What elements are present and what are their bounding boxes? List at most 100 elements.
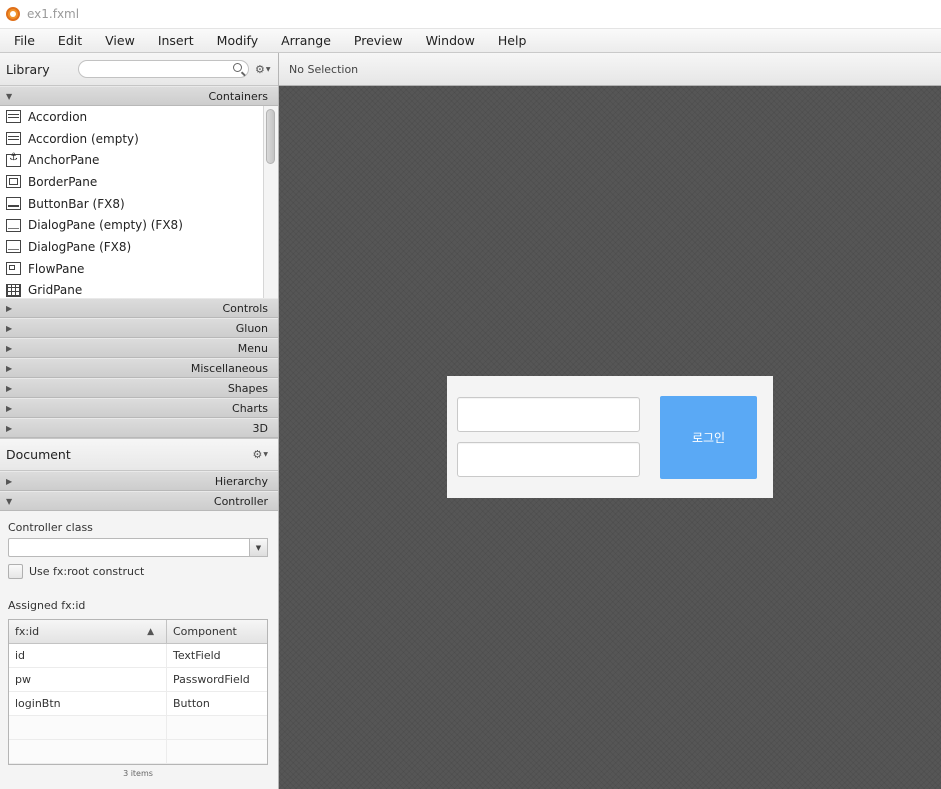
cell-component: PasswordField (173, 673, 250, 686)
expanded-triangle-icon: ▼ (6, 91, 13, 101)
menu-view[interactable]: View (95, 33, 145, 48)
assigned-fxid-label: Assigned fx:id (8, 599, 86, 612)
dialogpane-icon (6, 240, 21, 254)
cell-fxid: pw (9, 668, 167, 691)
library-item-accordion-empty[interactable]: Accordion (empty) (0, 128, 278, 150)
library-search-input[interactable] (78, 60, 249, 78)
anchorpane-icon (6, 152, 21, 167)
section-containers[interactable]: ▼ Containers (0, 86, 278, 106)
column-label: Component (173, 625, 237, 638)
section-label: 3D (252, 421, 268, 435)
section-3d[interactable]: ▶ 3D (0, 418, 278, 438)
login-button[interactable]: 로그인 (660, 396, 757, 479)
library-item-accordion[interactable]: Accordion (0, 106, 278, 128)
fxroot-row: Use fx:root construct (8, 564, 268, 579)
library-item-label: Accordion (empty) (28, 131, 139, 146)
chevron-down-icon[interactable]: ▼ (250, 538, 268, 557)
library-item-label: DialogPane (FX8) (28, 239, 132, 254)
section-label: Hierarchy (214, 474, 268, 488)
accordion-icon (6, 110, 21, 124)
library-scroll-thumb[interactable] (266, 109, 275, 164)
library-item-gridpane[interactable]: GridPane (0, 280, 278, 299)
menu-edit[interactable]: Edit (48, 33, 92, 48)
library-item-anchorpane[interactable]: AnchorPane (0, 149, 278, 171)
collapsed-triangle-icon: ▶ (6, 423, 13, 433)
section-miscellaneous[interactable]: ▶ Miscellaneous (0, 358, 278, 378)
menu-modify[interactable]: Modify (207, 33, 268, 48)
section-label: Containers (208, 89, 269, 103)
column-label: fx:id (15, 625, 40, 638)
table-row[interactable]: loginBtn Button (9, 692, 267, 716)
library-item-dialogpane[interactable]: DialogPane (FX8) (0, 236, 278, 258)
cell-empty (9, 740, 167, 763)
document-header: Document ⚙ ▼ (0, 438, 278, 471)
flowpane-icon (6, 262, 21, 276)
fxroot-checkbox[interactable] (8, 564, 23, 579)
search-icon (233, 63, 242, 72)
sort-ascending-icon: ▲ (147, 626, 154, 637)
menu-arrange[interactable]: Arrange (271, 33, 341, 48)
section-label: Miscellaneous (190, 361, 268, 375)
menu-preview[interactable]: Preview (344, 33, 413, 48)
column-header-fxid[interactable]: fx:id ▲ (9, 620, 167, 643)
library-item-flowpane[interactable]: FlowPane (0, 258, 278, 280)
section-shapes[interactable]: ▶ Shapes (0, 378, 278, 398)
table-row-empty (9, 740, 267, 764)
table-row[interactable]: pw PasswordField (9, 668, 267, 692)
library-gear-icon[interactable]: ⚙ ▼ (255, 63, 271, 76)
id-text-field[interactable] (457, 397, 640, 432)
library-scrollbar[interactable] (263, 106, 278, 298)
selection-bar: No Selection (279, 53, 941, 86)
section-label: Menu (237, 341, 268, 355)
selection-status: No Selection (289, 62, 359, 76)
library-item-label: BorderPane (28, 174, 98, 189)
gridpane-icon (6, 283, 21, 297)
login-form-pane[interactable]: 로그인 (447, 376, 773, 498)
cell-empty (167, 740, 173, 763)
section-label: Gluon (235, 321, 268, 335)
pw-password-field[interactable] (457, 442, 640, 477)
collapsed-triangle-icon: ▶ (6, 303, 13, 313)
menu-insert[interactable]: Insert (148, 33, 204, 48)
menu-bar: File Edit View Insert Modify Arrange Pre… (0, 28, 941, 53)
table-row-empty (9, 716, 267, 740)
scene-builder-logo-icon (6, 7, 20, 21)
column-header-component[interactable]: Component (167, 620, 237, 643)
title-bar: ex1.fxml (0, 0, 941, 28)
section-controller[interactable]: ▼ Controller (0, 491, 278, 511)
collapsed-triangle-icon: ▶ (6, 403, 13, 413)
library-item-borderpane[interactable]: BorderPane (0, 171, 278, 193)
document-gear-icon[interactable]: ⚙ ▼ (253, 448, 269, 461)
controller-class-combo[interactable]: ▼ (8, 538, 268, 557)
fxid-table: fx:id ▲ Component id TextField pw Passwo… (8, 619, 268, 765)
section-menu[interactable]: ▶ Menu (0, 338, 278, 358)
controller-pane: Controller class ▼ Use fx:root construct… (0, 511, 278, 778)
section-label: Charts (232, 401, 268, 415)
library-item-dialogpane-empty[interactable]: DialogPane (empty) (FX8) (0, 214, 278, 236)
menu-window[interactable]: Window (416, 33, 485, 48)
controller-class-label: Controller class (8, 521, 93, 534)
items-count: 3 items (123, 769, 153, 778)
cell-empty (167, 716, 173, 739)
section-controls[interactable]: ▶ Controls (0, 298, 278, 318)
fxroot-label: Use fx:root construct (29, 565, 145, 578)
library-item-label: FlowPane (28, 261, 85, 276)
section-hierarchy[interactable]: ▶ Hierarchy (0, 471, 278, 491)
dialogpane-icon (6, 218, 21, 232)
collapsed-triangle-icon: ▶ (6, 383, 13, 393)
collapsed-triangle-icon: ▶ (6, 323, 13, 333)
menu-file[interactable]: File (4, 33, 45, 48)
cell-fxid: loginBtn (9, 692, 167, 715)
table-row[interactable]: id TextField (9, 644, 267, 668)
section-charts[interactable]: ▶ Charts (0, 398, 278, 418)
section-gluon[interactable]: ▶ Gluon (0, 318, 278, 338)
library-title: Library (6, 61, 50, 77)
library-item-buttonbar[interactable]: ButtonBar (FX8) (0, 193, 278, 215)
controller-class-input[interactable] (8, 538, 250, 557)
menu-help[interactable]: Help (488, 33, 537, 48)
library-header: Library ⚙ ▼ (0, 53, 278, 86)
document-title: Document (6, 447, 71, 462)
table-header: fx:id ▲ Component (9, 620, 267, 644)
library-item-label: ButtonBar (FX8) (28, 196, 125, 211)
library-item-label: AnchorPane (28, 153, 100, 168)
